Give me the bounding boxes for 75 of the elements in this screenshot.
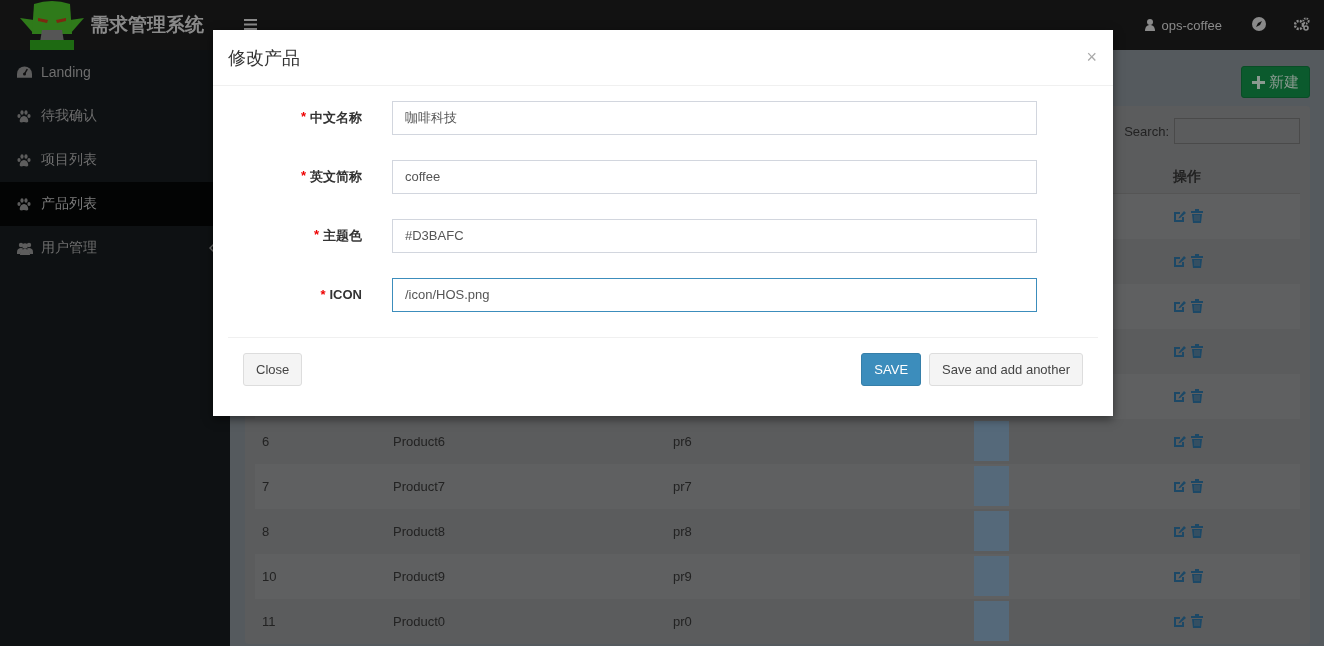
trash-icon[interactable] [1191, 524, 1203, 538]
table-cell: pr6 [673, 433, 692, 449]
paw-icon [17, 109, 31, 123]
input-field[interactable]: 咖啡科技 [392, 100, 1037, 135]
table-cell: pr7 [673, 478, 692, 494]
search-label: Search: [1124, 123, 1169, 139]
sidebar-item[interactable]: 项目列表 [0, 138, 230, 182]
dashboard-icon [17, 66, 32, 78]
table-cell: Product0 [393, 613, 446, 629]
trash-icon[interactable] [1191, 389, 1203, 403]
save-button[interactable]: SAVE [861, 353, 922, 386]
table-cell: 10 [262, 568, 277, 584]
paw-icon [17, 197, 31, 211]
table-cell: pr0 [673, 613, 692, 629]
trash-icon[interactable] [1191, 569, 1203, 583]
menu-icon[interactable] [244, 18, 257, 30]
trash-icon[interactable] [1191, 479, 1203, 493]
settings-icon[interactable] [1294, 16, 1310, 31]
required-mark: * [313, 226, 319, 244]
table-cell: Product9 [393, 568, 446, 584]
table-cell: Product6 [393, 433, 446, 449]
field-label: 中文名称 [310, 108, 362, 127]
image-placeholder [974, 421, 1009, 461]
field-label: 主题色 [323, 226, 362, 245]
modal-title: 修改产品 [228, 46, 300, 70]
edit-icon[interactable] [1173, 209, 1186, 223]
monster-logo-icon [20, 0, 84, 50]
edit-icon[interactable] [1173, 254, 1186, 268]
trash-icon[interactable] [1191, 299, 1203, 313]
trash-icon[interactable] [1191, 209, 1203, 224]
user-name-link[interactable]: ops-coffee [1161, 17, 1222, 33]
app-title: 需求管理系统 [90, 13, 204, 37]
edit-icon[interactable] [1173, 569, 1186, 583]
image-placeholder [974, 556, 1009, 596]
trash-icon[interactable] [1191, 614, 1203, 628]
input-field[interactable]: /icon/HOS.png [392, 277, 1037, 312]
table-cell: 8 [262, 523, 270, 539]
input-field[interactable]: #D3BAFC [392, 218, 1037, 253]
image-placeholder [974, 601, 1009, 641]
table-cell: pr8 [673, 523, 692, 539]
secondary-button[interactable]: Save and add another [929, 353, 1083, 386]
sidebar-item[interactable]: 用户管理 [0, 226, 230, 270]
trash-icon[interactable] [1191, 254, 1203, 268]
table-cell: 7 [262, 478, 270, 494]
users-icon [17, 241, 33, 255]
table-cell: 11 [262, 613, 276, 629]
image-placeholder [974, 511, 1009, 551]
sidebar-item[interactable]: 待我确认 [0, 94, 230, 138]
secondary-button[interactable]: Close [243, 353, 303, 386]
edit-icon[interactable] [1173, 344, 1186, 358]
edit-icon[interactable] [1173, 614, 1186, 628]
table-cell: Product8 [393, 523, 446, 539]
field-label: 英文简称 [310, 167, 362, 186]
user-icon [1144, 19, 1155, 31]
paw-icon [17, 153, 31, 167]
edit-icon[interactable] [1173, 299, 1186, 313]
input-field[interactable]: coffee [392, 159, 1037, 194]
table-cell: pr9 [673, 568, 692, 584]
table-cell: 6 [262, 433, 270, 449]
field-label: ICON [329, 287, 362, 302]
column-header: 操作 [1166, 160, 1300, 194]
required-mark: * [300, 108, 306, 126]
trash-icon[interactable] [1191, 344, 1203, 358]
plus-icon [1252, 75, 1265, 89]
required-mark: * [300, 167, 306, 185]
required-mark: * [320, 287, 326, 302]
edit-icon[interactable] [1173, 434, 1186, 448]
new-button[interactable]: 新建 [1241, 66, 1310, 98]
image-placeholder [974, 466, 1009, 506]
edit-icon[interactable] [1173, 479, 1186, 493]
edit-icon[interactable] [1173, 389, 1186, 403]
trash-icon[interactable] [1191, 434, 1203, 448]
edit-icon[interactable] [1173, 524, 1186, 538]
compass-icon[interactable] [1252, 16, 1266, 31]
table-cell: Product7 [393, 478, 446, 494]
